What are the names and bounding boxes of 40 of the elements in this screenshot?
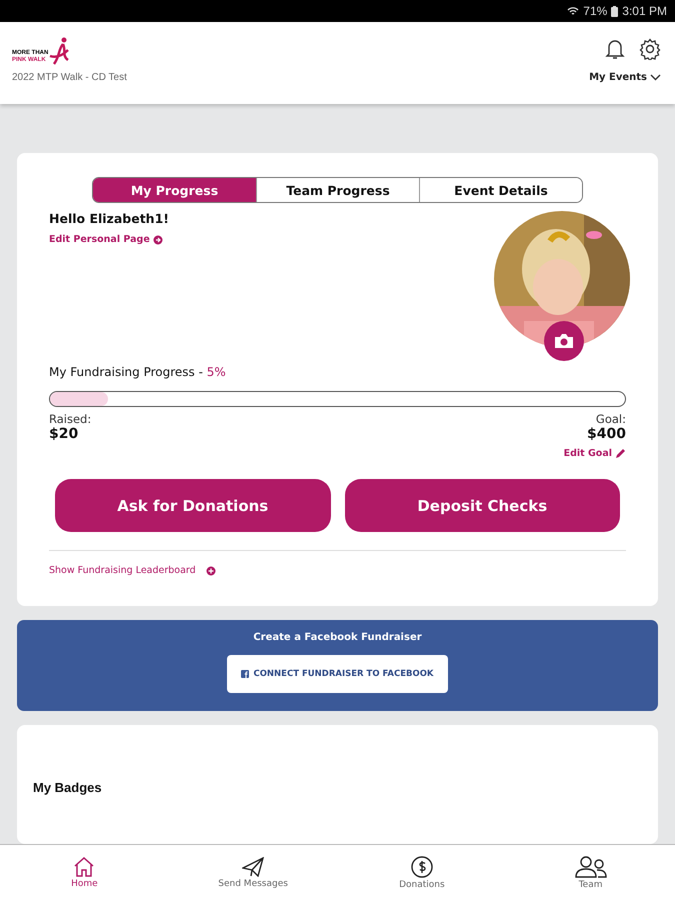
raised-amount: $20 — [49, 426, 78, 442]
banner-title: Create a Facebook Fundraiser — [253, 632, 422, 643]
battery-level: 71% — [583, 4, 608, 18]
edit-page-link[interactable]: Edit Personal Page — [49, 234, 169, 245]
pencil-icon — [615, 448, 626, 459]
action-button[interactable]: Ask for Donations — [55, 479, 330, 532]
my-events-dropdown[interactable]: My Events — [589, 72, 661, 83]
nav-tab[interactable]: Team — [536, 856, 646, 890]
progress-title: My Fundraising Progress - 5% — [49, 365, 226, 379]
camera-button[interactable] — [544, 321, 584, 361]
plus-circle-icon — [206, 566, 216, 576]
tab[interactable]: My Progress — [93, 178, 256, 202]
settings-icon[interactable] — [639, 38, 661, 60]
section-title: My Badges — [33, 780, 102, 795]
action-button[interactable]: Deposit Checks — [344, 479, 620, 532]
tab[interactable]: Event Details — [419, 178, 582, 202]
raised-label: Raised: — [49, 413, 92, 426]
paper-plane-icon — [242, 856, 264, 876]
edit-goal-link[interactable]: Edit Goal — [564, 448, 626, 459]
event-name: 2022 MTP Walk - CD Test — [12, 72, 127, 83]
camera-icon — [554, 333, 574, 349]
clock-time: 3:01 PM — [622, 4, 667, 18]
facebook-icon — [241, 670, 250, 678]
goal-label: Goal: — [596, 413, 626, 426]
people-icon — [574, 856, 607, 878]
goal-amount: $400 — [587, 426, 626, 442]
arrow-circle-icon — [152, 234, 163, 244]
wifi-icon — [567, 6, 580, 16]
nav-tab[interactable]: Home — [29, 856, 140, 888]
chevron-down-icon — [650, 74, 661, 81]
greeting: Hello Elizabeth1! — [49, 211, 169, 226]
battery-icon — [611, 6, 618, 16]
home-icon — [73, 856, 96, 876]
dollar-icon — [410, 856, 433, 878]
nav-tab[interactable]: Send Messages — [198, 856, 308, 888]
ribbon-icon — [48, 36, 70, 66]
nav-tab[interactable]: Donations — [366, 856, 477, 890]
bell-icon[interactable] — [605, 38, 625, 60]
connect-facebook-button[interactable]: CONNECT FUNDRAISER TO FACEBOOK — [227, 655, 448, 693]
leaderboard-link[interactable]: Show Fundraising Leaderboard — [49, 565, 626, 576]
